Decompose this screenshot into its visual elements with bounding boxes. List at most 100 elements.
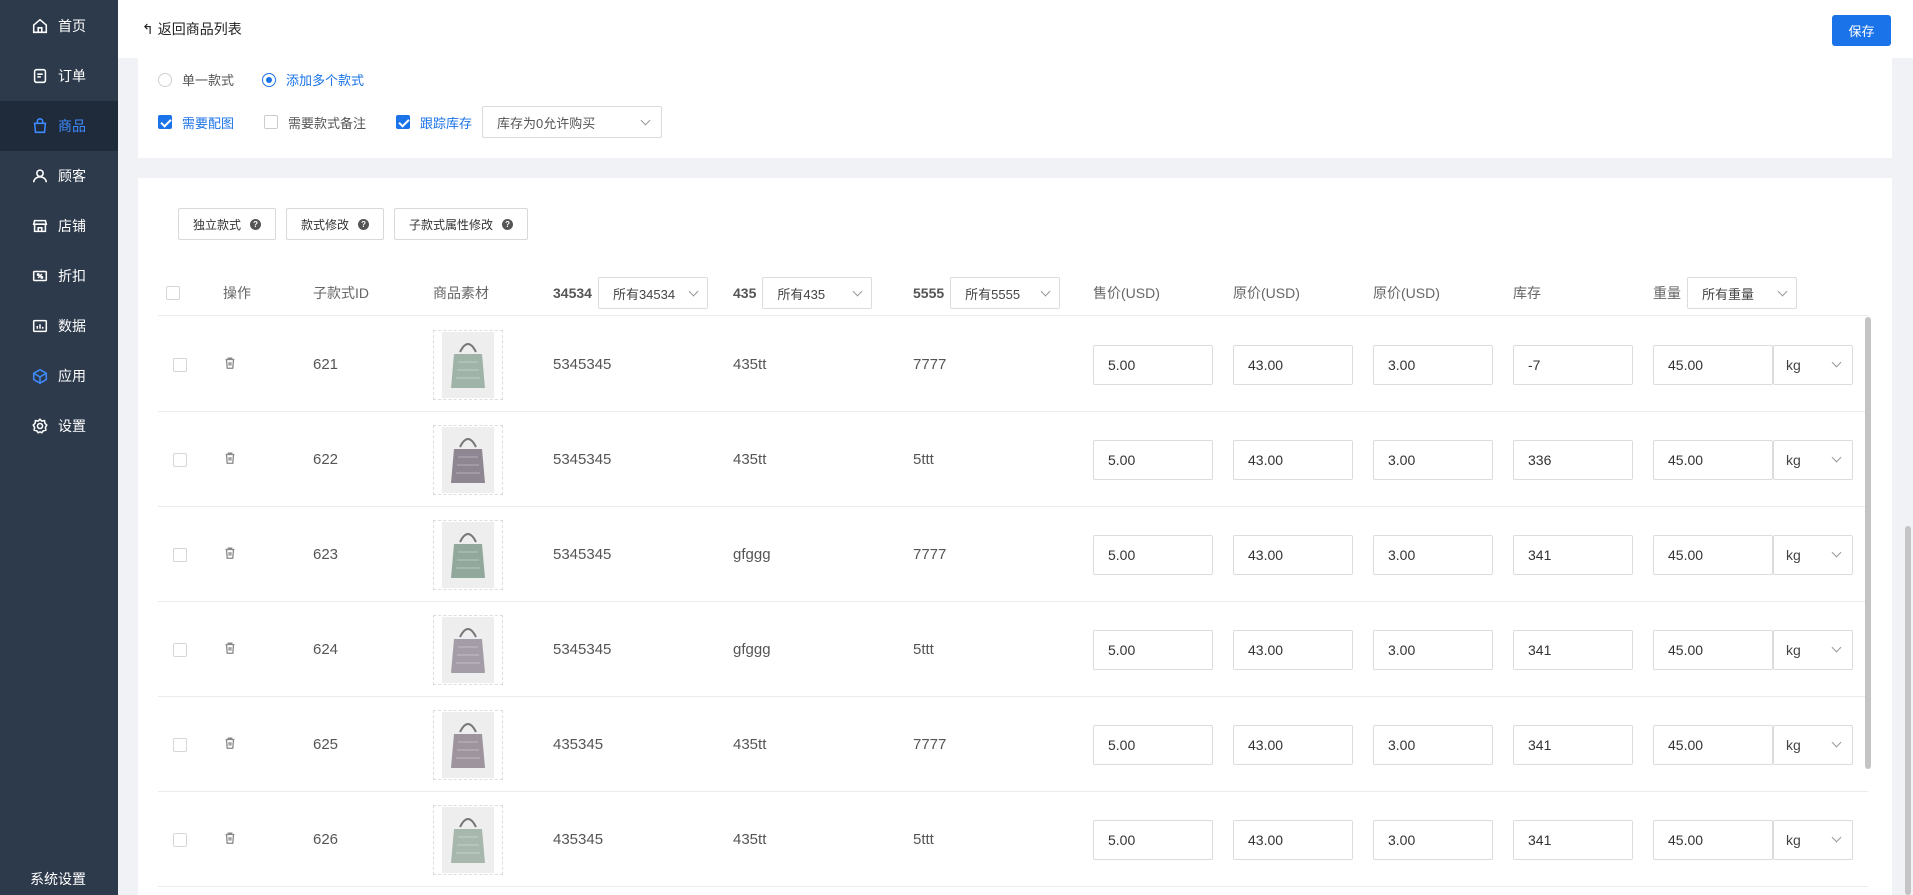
row-checkbox-cell: [173, 317, 187, 412]
sale-price-input[interactable]: 5.00: [1093, 344, 1213, 385]
stock-policy-select[interactable]: 库存为0允许购买: [482, 106, 663, 138]
original-price-2-input[interactable]: 3.00: [1373, 534, 1493, 575]
stock-cell: 341: [1513, 602, 1633, 697]
stock-input[interactable]: -7: [1513, 344, 1633, 385]
page-scrollbar[interactable]: [1905, 526, 1911, 895]
edit-variant-button[interactable]: 款式修改 ?: [286, 208, 385, 240]
stock-input[interactable]: 341: [1513, 724, 1633, 765]
sale-price-input[interactable]: 5.00: [1093, 629, 1213, 670]
sale-price-input[interactable]: 5.00: [1093, 724, 1213, 765]
weight-unit-select[interactable]: kg: [1773, 724, 1853, 765]
row-checkbox[interactable]: [173, 547, 187, 562]
trash-icon[interactable]: [223, 736, 237, 754]
original-price-input[interactable]: 43.00: [1233, 439, 1353, 480]
product-image-frame[interactable]: [433, 424, 503, 495]
chevron-down-icon: [1831, 547, 1842, 558]
trash-icon[interactable]: [223, 546, 237, 564]
weight-filter-select[interactable]: 所有重量: [1687, 277, 1797, 309]
help-icon[interactable]: ?: [358, 218, 370, 230]
radio-single-variant[interactable]: 单一款式: [158, 70, 234, 89]
product-image-frame[interactable]: [433, 519, 503, 590]
product-image-frame[interactable]: [433, 709, 503, 780]
row-checkbox[interactable]: [173, 642, 187, 657]
original-price-cell: 43.00: [1233, 507, 1353, 602]
row-checkbox[interactable]: [173, 737, 187, 752]
original-price-input[interactable]: 43.00: [1233, 629, 1353, 670]
sidebar-item-apps[interactable]: 应用: [0, 351, 118, 401]
original-price-input[interactable]: 43.00: [1233, 534, 1353, 575]
help-icon[interactable]: ?: [502, 218, 514, 230]
stock-input[interactable]: 336: [1513, 439, 1633, 480]
row-checkbox[interactable]: [173, 832, 187, 847]
independent-variant-button[interactable]: 独立款式 ?: [178, 208, 277, 240]
weight-input[interactable]: 45.00: [1653, 819, 1773, 860]
original-price-input[interactable]: 43.00: [1233, 819, 1353, 860]
help-icon[interactable]: ?: [250, 218, 262, 230]
stock-input[interactable]: 341: [1513, 819, 1633, 860]
options-checkbox-row: 需要配图 需要款式备注 跟踪库存 库存为0允许购买: [158, 106, 663, 138]
sidebar-item-store[interactable]: 店铺: [0, 201, 118, 251]
sale-price-input[interactable]: 5.00: [1093, 819, 1213, 860]
original-price-2-cell: 3.00: [1373, 317, 1493, 412]
weight-unit-select[interactable]: kg: [1773, 439, 1853, 480]
sidebar-item-settings[interactable]: 设置: [0, 401, 118, 451]
trash-icon[interactable]: [223, 451, 237, 469]
select-all-checkbox[interactable]: [166, 286, 180, 300]
system-settings-link[interactable]: 系统设置: [30, 869, 86, 889]
stock-input[interactable]: 341: [1513, 534, 1633, 575]
stock-cell: -7: [1513, 317, 1633, 412]
weight-cell: 45.00 kg: [1653, 507, 1853, 602]
attr-34534-filter-select[interactable]: 所有34534: [597, 277, 708, 309]
sidebar-item-discount[interactable]: 折扣: [0, 251, 118, 301]
sale-price-cell: 5.00: [1093, 792, 1213, 887]
original-price-input[interactable]: 43.00: [1233, 344, 1353, 385]
attr-435-value: 435tt: [733, 831, 767, 848]
original-price-2-input[interactable]: 3.00: [1373, 724, 1493, 765]
sale-price-input[interactable]: 5.00: [1093, 534, 1213, 575]
attr-5555-filter-select[interactable]: 所有5555: [950, 277, 1061, 309]
trash-icon[interactable]: [223, 831, 237, 849]
bag-image-icon: [442, 711, 494, 778]
row-checkbox[interactable]: [173, 452, 187, 467]
attr-name: 5555: [913, 285, 945, 301]
table-scrollbar[interactable]: [1865, 317, 1871, 769]
product-image-frame[interactable]: [433, 329, 503, 400]
sidebar-item-orders[interactable]: 订单: [0, 51, 118, 101]
weight-unit-select[interactable]: kg: [1773, 344, 1853, 385]
sidebar-item-products[interactable]: 商品: [0, 101, 118, 151]
original-price-input[interactable]: 43.00: [1233, 724, 1353, 765]
sale-price-input[interactable]: 5.00: [1093, 439, 1213, 480]
sidebar-item-data[interactable]: 数据: [0, 301, 118, 351]
sidebar-item-home[interactable]: 首页: [0, 1, 118, 51]
weight-input[interactable]: 45.00: [1653, 724, 1773, 765]
need-image-checkbox[interactable]: 需要配图: [158, 113, 234, 132]
product-image-frame[interactable]: [433, 614, 503, 685]
product-image-frame[interactable]: [433, 804, 503, 875]
stock-input[interactable]: 341: [1513, 629, 1633, 670]
sidebar: 首页 订单 商品 顾客 店铺 折扣 数据 应用 设置 系统设置: [0, 0, 118, 895]
save-button[interactable]: 保存: [1832, 15, 1891, 46]
need-note-checkbox[interactable]: 需要款式备注: [264, 113, 366, 132]
attr-435-filter-select[interactable]: 所有435: [762, 277, 873, 309]
weight-input[interactable]: 45.00: [1653, 344, 1773, 385]
original-price-2-input[interactable]: 3.00: [1373, 629, 1493, 670]
original-price-2-input[interactable]: 3.00: [1373, 439, 1493, 480]
original-price-2-input[interactable]: 3.00: [1373, 344, 1493, 385]
weight-unit-select[interactable]: kg: [1773, 819, 1853, 860]
weight-input[interactable]: 45.00: [1653, 629, 1773, 670]
weight-input[interactable]: 45.00: [1653, 439, 1773, 480]
track-stock-checkbox[interactable]: 跟踪库存: [396, 113, 472, 132]
col-stock: 库存: [1513, 285, 1541, 301]
trash-icon[interactable]: [223, 356, 237, 374]
weight-input[interactable]: 45.00: [1653, 534, 1773, 575]
row-checkbox[interactable]: [173, 357, 187, 372]
back-to-product-list-link[interactable]: ↰ 返回商品列表: [142, 19, 242, 39]
edit-sub-variant-attributes-button[interactable]: 子款式属性修改 ?: [394, 208, 529, 240]
weight-unit-select[interactable]: kg: [1773, 629, 1853, 670]
row-checkbox-cell: [173, 507, 187, 602]
sidebar-item-customers[interactable]: 顾客: [0, 151, 118, 201]
original-price-2-input[interactable]: 3.00: [1373, 819, 1493, 860]
trash-icon[interactable]: [223, 641, 237, 659]
radio-multiple-variants[interactable]: 添加多个款式: [262, 70, 364, 89]
weight-unit-select[interactable]: kg: [1773, 534, 1853, 575]
